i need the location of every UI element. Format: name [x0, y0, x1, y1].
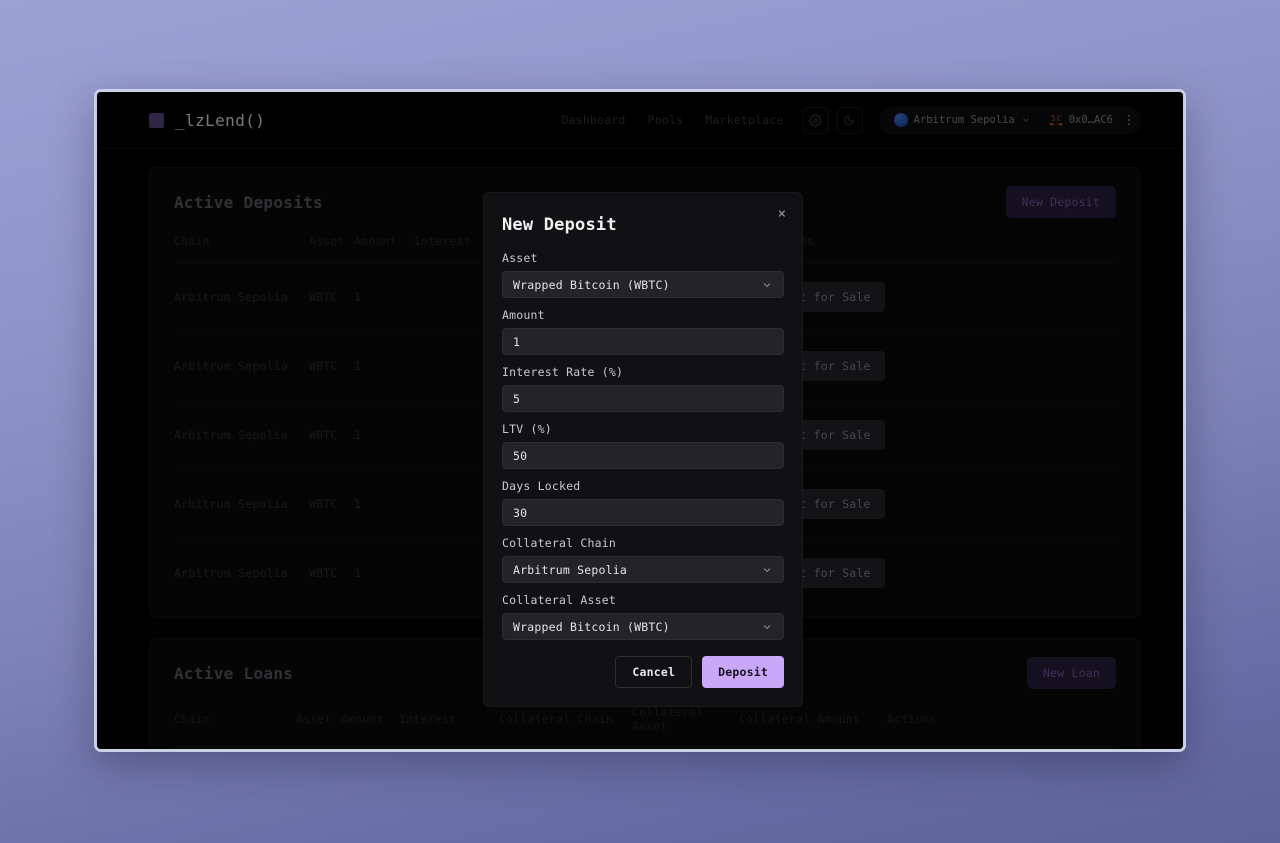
label-collateral-asset: Collateral Asset	[502, 593, 616, 607]
asset-select[interactable]: Wrapped Bitcoin (WBTC)	[502, 271, 784, 298]
chevron-down-icon	[763, 567, 771, 572]
field-ltv: LTV (%) 50	[502, 422, 784, 469]
browser-window: _lzLend() Dashboard Pools Marketplace Ar…	[94, 89, 1186, 752]
field-collateral-chain: Collateral Chain Arbitrum Sepolia	[502, 536, 784, 583]
interest-rate-input-value: 5	[513, 391, 521, 406]
interest-rate-input[interactable]: 5	[502, 385, 784, 412]
label-ltv: LTV (%)	[502, 422, 552, 436]
label-amount: Amount	[502, 308, 545, 322]
cancel-button[interactable]: Cancel	[615, 656, 693, 688]
modal-title: New Deposit	[502, 215, 617, 235]
modal-actions: Cancel Deposit	[502, 656, 784, 688]
days-locked-input-value: 30	[513, 505, 528, 520]
amount-input-value: 1	[513, 334, 521, 349]
collateral-asset-select[interactable]: Wrapped Bitcoin (WBTC)	[502, 613, 784, 640]
label-interest-rate: Interest Rate (%)	[502, 365, 624, 379]
collateral-chain-select[interactable]: Arbitrum Sepolia	[502, 556, 784, 583]
asset-select-value: Wrapped Bitcoin (WBTC)	[513, 277, 670, 292]
field-asset: Asset Wrapped Bitcoin (WBTC)	[502, 251, 784, 298]
chevron-down-icon	[763, 282, 771, 287]
close-icon[interactable]: ×	[774, 205, 790, 223]
amount-input[interactable]: 1	[502, 328, 784, 355]
field-days-locked: Days Locked 30	[502, 479, 784, 526]
new-deposit-modal: × New Deposit Asset Wrapped Bitcoin (WBT…	[483, 192, 803, 707]
deposit-submit-button[interactable]: Deposit	[702, 656, 784, 688]
ltv-input-value: 50	[513, 448, 528, 463]
label-collateral-chain: Collateral Chain	[502, 536, 616, 550]
field-interest-rate: Interest Rate (%) 5	[502, 365, 784, 412]
collateral-asset-select-value: Wrapped Bitcoin (WBTC)	[513, 619, 670, 634]
label-asset: Asset	[502, 251, 538, 265]
field-collateral-asset: Collateral Asset Wrapped Bitcoin (WBTC)	[502, 593, 784, 640]
collateral-chain-select-value: Arbitrum Sepolia	[513, 562, 627, 577]
ltv-input[interactable]: 50	[502, 442, 784, 469]
label-days-locked: Days Locked	[502, 479, 581, 493]
app-viewport: _lzLend() Dashboard Pools Marketplace Ar…	[97, 92, 1183, 749]
field-amount: Amount 1	[502, 308, 784, 355]
days-locked-input[interactable]: 30	[502, 499, 784, 526]
chevron-down-icon	[763, 624, 771, 629]
